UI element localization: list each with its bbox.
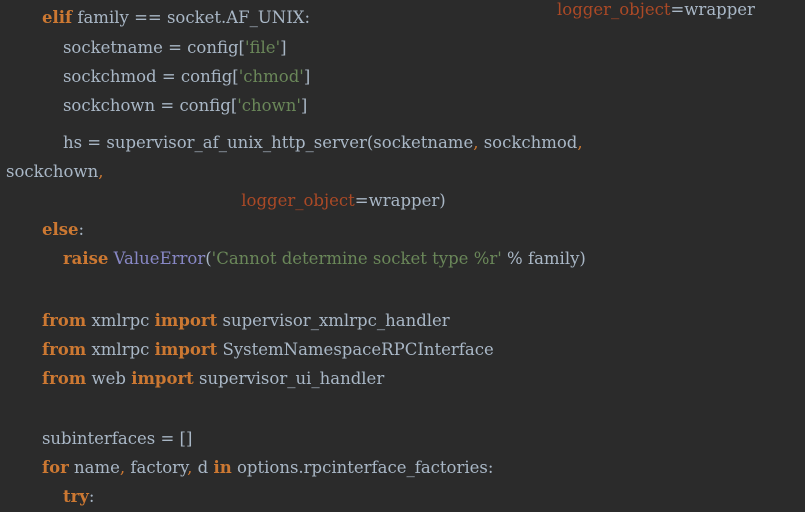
code-token: ValueError [113,249,206,268]
code-token: ] [300,96,308,115]
code-line: sockchown, [6,157,103,186]
code-token: options.rpcinterface_factories: [231,458,494,477]
code-token: subinterfaces = [] [0,429,193,448]
code-line: elif family == socket.AF_UNIX: [0,3,310,32]
code-token: , [98,162,104,181]
code-line-fragment: logger_object=wrapper [536,0,755,18]
code-token: % family) [501,249,586,268]
code-token: from [41,340,87,359]
code-token: : [88,487,95,506]
code-token: =wrapper) [354,191,446,210]
code-line: socketname = config['file'] [0,33,287,62]
code-line: subinterfaces = [] [0,424,192,453]
code-token: =wrapper [670,0,755,19]
code-token: sockchmod [478,133,578,152]
code-token: SystemNamespaceRPCInterface [217,340,494,359]
code-line: sockchmod = config['chmod'] [0,62,310,91]
code-token: from [41,311,87,330]
code-line: from xmlrpc import supervisor_xmlrpc_han… [0,306,450,335]
code-token: xmlrpc [86,340,155,359]
code-token: import [131,369,194,388]
code-token: 'chmod' [238,67,304,86]
code-line: else: [0,215,84,244]
code-token: xmlrpc [86,311,155,330]
code-token: else [41,220,79,239]
code-token: 'file' [244,38,281,57]
code-token: , [577,133,583,152]
code-token: logger_object [241,191,355,210]
code-token: sockchmod = config[ [0,67,239,86]
code-token: supervisor_ui_handler [193,369,385,388]
code-token: ] [303,67,311,86]
code-token: from [41,369,87,388]
code-token: elif [41,8,73,27]
code-token: socketname = config[ [0,38,245,57]
code-token: hs = supervisor_af_unix_http_server(sock… [0,133,474,152]
code-token: factory [125,458,188,477]
code-token: try [62,487,89,506]
code-token: in [213,458,232,477]
code-token: for [41,458,69,477]
code-token: name [68,458,120,477]
code-line: raise ValueError('Cannot determine socke… [0,244,586,273]
code-token: sockchown [6,162,99,181]
code-line: logger_object=wrapper) [0,186,446,215]
code-token: family == socket.AF_UNIX: [72,8,311,27]
code-line: hs = supervisor_af_unix_http_server(sock… [0,128,583,157]
code-line: from xmlrpc import SystemNamespaceRPCInt… [0,335,494,364]
code-token: supervisor_xmlrpc_handler [217,311,450,330]
code-line: sockchown = config['chown'] [0,91,307,120]
code-token: web [86,369,132,388]
code-token: import [154,311,218,330]
code-token: d [192,458,214,477]
code-token: logger_object [556,0,671,19]
code-token: : [78,220,85,239]
code-line: from web import supervisor_ui_handler [0,364,384,393]
code-token: 'Cannot determine socket type %r' [211,249,502,268]
code-token: raise [62,249,109,268]
code-line: try: [0,482,94,511]
code-token: sockchown = config[ [0,96,238,115]
code-token: ] [280,38,287,57]
code-line: for name, factory, d in options.rpcinter… [0,453,493,482]
code-token: import [154,340,218,359]
code-token: 'chown' [237,96,301,115]
code-editor[interactable]: logger_object=wrapper elif family == soc… [0,0,805,512]
